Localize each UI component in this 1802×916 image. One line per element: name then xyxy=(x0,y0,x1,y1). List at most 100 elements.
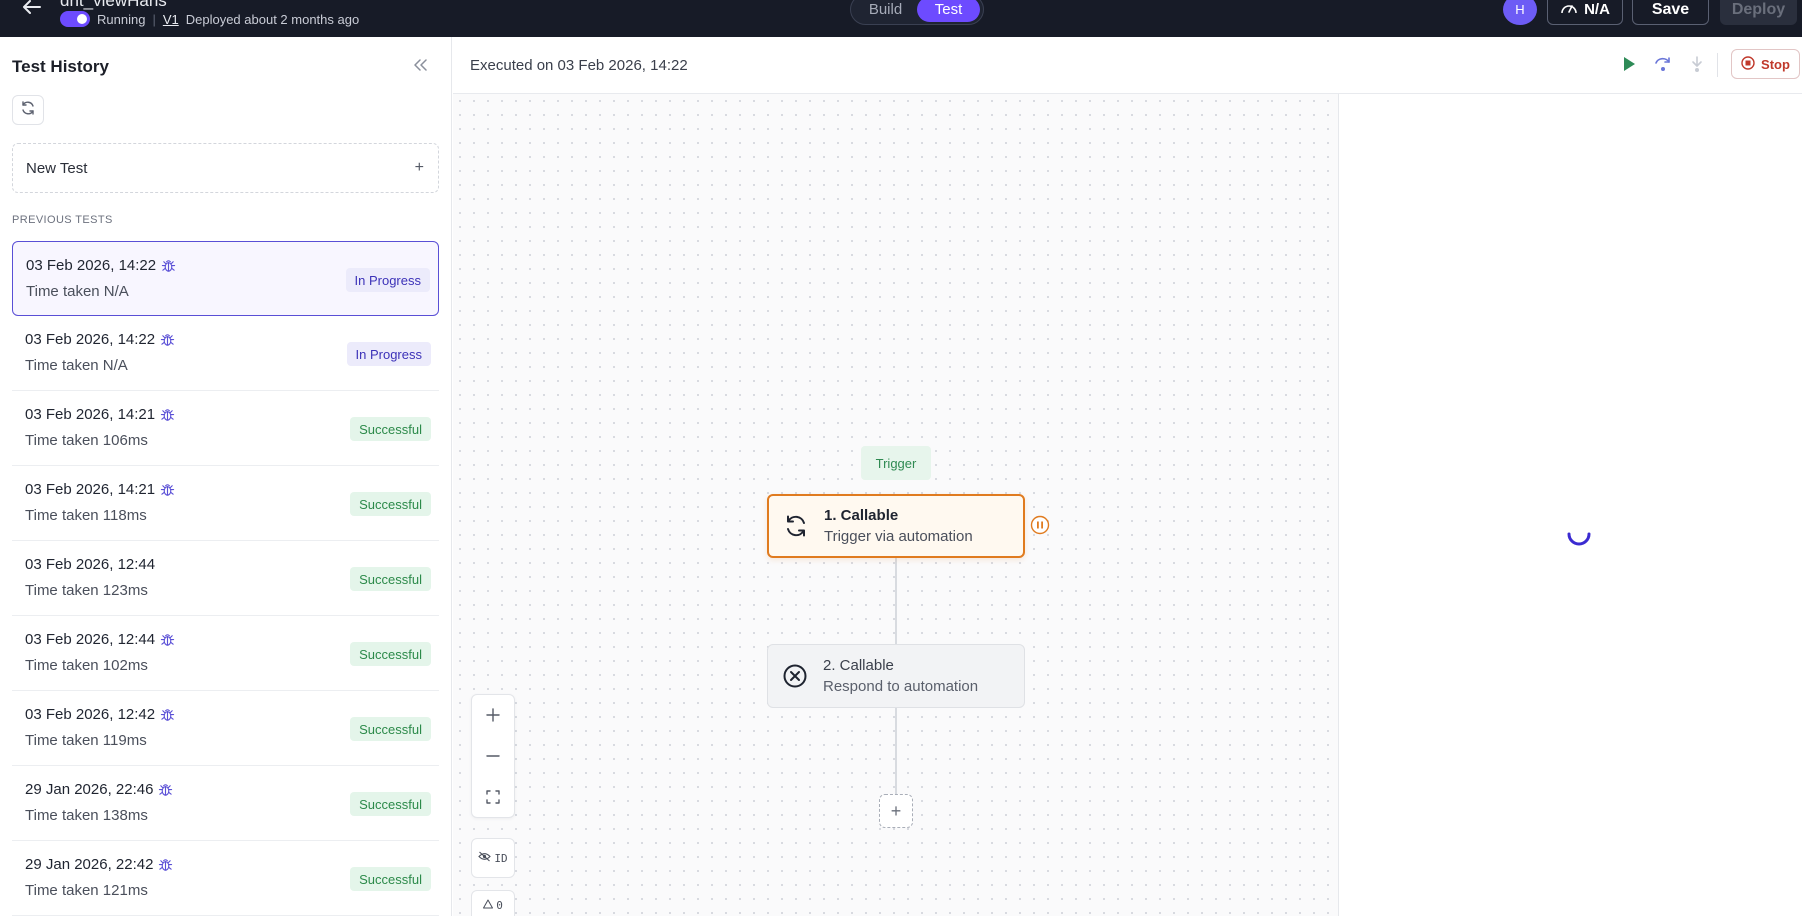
test-item[interactable]: 29 Jan 2026, 22:46 Time taken 138ms Succ… xyxy=(12,766,439,841)
connector-line xyxy=(895,708,897,794)
status-badge: In Progress xyxy=(346,342,431,366)
node-subtitle: Respond to automation xyxy=(823,678,979,695)
step-into-icon[interactable] xyxy=(1686,53,1708,75)
test-date-row: 03 Feb 2026, 12:42 xyxy=(25,706,176,723)
step-over-icon[interactable] xyxy=(1652,53,1674,75)
status-badge: In Progress xyxy=(345,268,430,292)
warning-count: 0 xyxy=(496,899,503,912)
test-item[interactable]: 03 Feb 2026, 12:42 Time taken 119ms Succ… xyxy=(12,691,439,766)
previous-tests-label: PREVIOUS TESTS xyxy=(12,214,113,226)
refresh-icon xyxy=(20,100,36,121)
stop-icon xyxy=(1741,55,1755,73)
test-history-sidebar: Test History New Test + PREVIOUS TESTS 0… xyxy=(0,37,452,916)
speed-label: N/A xyxy=(1584,1,1610,18)
test-time: Time taken N/A xyxy=(25,357,128,374)
save-button[interactable]: Save xyxy=(1632,0,1709,25)
test-date-row: 03 Feb 2026, 12:44 xyxy=(25,631,176,648)
tab-test[interactable]: Test xyxy=(917,0,980,22)
close-circle-icon xyxy=(781,662,809,690)
test-date-row: 03 Feb 2026, 12:44 xyxy=(25,556,155,573)
bug-icon xyxy=(160,707,176,723)
status-badge: Successful xyxy=(350,642,431,666)
speed-button[interactable]: N/A xyxy=(1547,0,1623,25)
new-test-label: New Test xyxy=(26,159,88,177)
zoom-out-icon[interactable] xyxy=(478,741,508,771)
bug-icon xyxy=(158,782,174,798)
test-item[interactable]: 29 Jan 2026, 22:42 Time taken 121ms Succ… xyxy=(12,841,439,916)
node-text: 1. Callable Trigger via automation xyxy=(824,507,973,545)
test-item[interactable]: 03 Feb 2026, 14:21 Time taken 118ms Succ… xyxy=(12,466,439,541)
test-time: Time taken 119ms xyxy=(25,732,147,749)
bug-icon xyxy=(158,857,174,873)
test-list: 03 Feb 2026, 14:22 Time taken N/A In Pro… xyxy=(12,241,439,916)
test-date: 03 Feb 2026, 14:22 xyxy=(26,257,157,274)
status-badge: Successful xyxy=(350,792,431,816)
test-date-row: 03 Feb 2026, 14:22 xyxy=(25,331,176,348)
test-item[interactable]: 03 Feb 2026, 12:44 Time taken 123ms Succ… xyxy=(12,541,439,616)
mode-switch: Build Test xyxy=(850,0,984,25)
bug-icon xyxy=(160,407,176,423)
node-title: 2. Callable xyxy=(823,657,894,674)
node-callable-trigger[interactable]: 1. Callable Trigger via automation xyxy=(767,494,1025,558)
canvas-header: Executed on 03 Feb 2026, 14:22 Stop xyxy=(453,37,1802,94)
node-callable-respond[interactable]: 2. Callable Respond to automation xyxy=(767,644,1025,708)
back-arrow-icon[interactable] xyxy=(22,0,44,14)
play-icon[interactable] xyxy=(1618,53,1640,75)
bug-icon xyxy=(161,258,177,274)
test-time: Time taken 121ms xyxy=(25,882,148,899)
new-test-button[interactable]: New Test + xyxy=(12,143,439,193)
status-badge: Successful xyxy=(350,867,431,891)
pause-icon[interactable] xyxy=(1030,515,1050,535)
node-text: 2. Callable Respond to automation xyxy=(823,657,978,695)
status-text: Running xyxy=(97,11,146,27)
node-subtitle: Trigger via automation xyxy=(824,528,973,545)
test-date: 03 Feb 2026, 14:21 xyxy=(25,406,156,423)
id-visibility-toggle[interactable]: ID xyxy=(471,838,515,878)
run-controls xyxy=(1618,53,1708,75)
stop-button[interactable]: Stop xyxy=(1731,49,1800,79)
test-date: 29 Jan 2026, 22:42 xyxy=(25,856,154,873)
test-date-row: 03 Feb 2026, 14:21 xyxy=(25,481,176,498)
details-panel xyxy=(1340,94,1802,916)
workflow-canvas[interactable]: Trigger 1. Callable Trigger via automati… xyxy=(453,94,1339,916)
test-date: 03 Feb 2026, 14:21 xyxy=(25,481,156,498)
test-date: 03 Feb 2026, 12:44 xyxy=(25,556,156,573)
trigger-tag: Trigger xyxy=(861,446,931,480)
version-link[interactable]: V1 xyxy=(163,12,179,27)
test-date: 03 Feb 2026, 12:44 xyxy=(25,631,156,648)
eye-off-icon xyxy=(478,851,492,865)
sync-icon xyxy=(782,512,810,540)
warnings-button[interactable]: 0 xyxy=(471,890,515,916)
running-toggle[interactable] xyxy=(60,11,90,27)
bug-icon xyxy=(160,632,176,648)
test-time: Time taken 123ms xyxy=(25,582,148,599)
stop-label: Stop xyxy=(1761,56,1790,72)
bug-icon xyxy=(160,482,176,498)
speedometer-icon xyxy=(1560,1,1578,19)
status-divider: | xyxy=(152,11,156,27)
loading-spinner-icon xyxy=(1563,518,1595,550)
bug-icon xyxy=(160,332,176,348)
header-divider xyxy=(1717,53,1718,77)
test-item[interactable]: 03 Feb 2026, 14:21 Time taken 106ms Succ… xyxy=(12,391,439,466)
test-item[interactable]: 03 Feb 2026, 12:44 Time taken 102ms Succ… xyxy=(12,616,439,691)
deploy-button[interactable]: Deploy xyxy=(1720,0,1797,25)
plus-icon: + xyxy=(890,800,902,821)
test-time: Time taken 102ms xyxy=(25,657,148,674)
node-title: 1. Callable xyxy=(824,507,899,524)
avatar[interactable]: H xyxy=(1503,0,1537,25)
collapse-sidebar-icon[interactable] xyxy=(414,55,428,76)
fit-view-icon[interactable] xyxy=(478,782,508,812)
test-item[interactable]: 03 Feb 2026, 14:22 Time taken N/A In Pro… xyxy=(12,316,439,391)
refresh-button[interactable] xyxy=(12,95,44,125)
add-node-button[interactable]: + xyxy=(879,794,913,828)
status-badge: Successful xyxy=(350,417,431,441)
test-item[interactable]: 03 Feb 2026, 14:22 Time taken N/A In Pro… xyxy=(12,241,439,316)
test-time: Time taken 138ms xyxy=(25,807,148,824)
zoom-in-icon[interactable] xyxy=(478,700,508,730)
top-bar: dnt_viewHans Running | V1 Deployed about… xyxy=(0,0,1802,37)
test-date: 29 Jan 2026, 22:46 xyxy=(25,781,154,798)
test-date: 03 Feb 2026, 12:42 xyxy=(25,706,156,723)
test-date: 03 Feb 2026, 14:22 xyxy=(25,331,156,348)
tab-build[interactable]: Build xyxy=(854,0,917,22)
